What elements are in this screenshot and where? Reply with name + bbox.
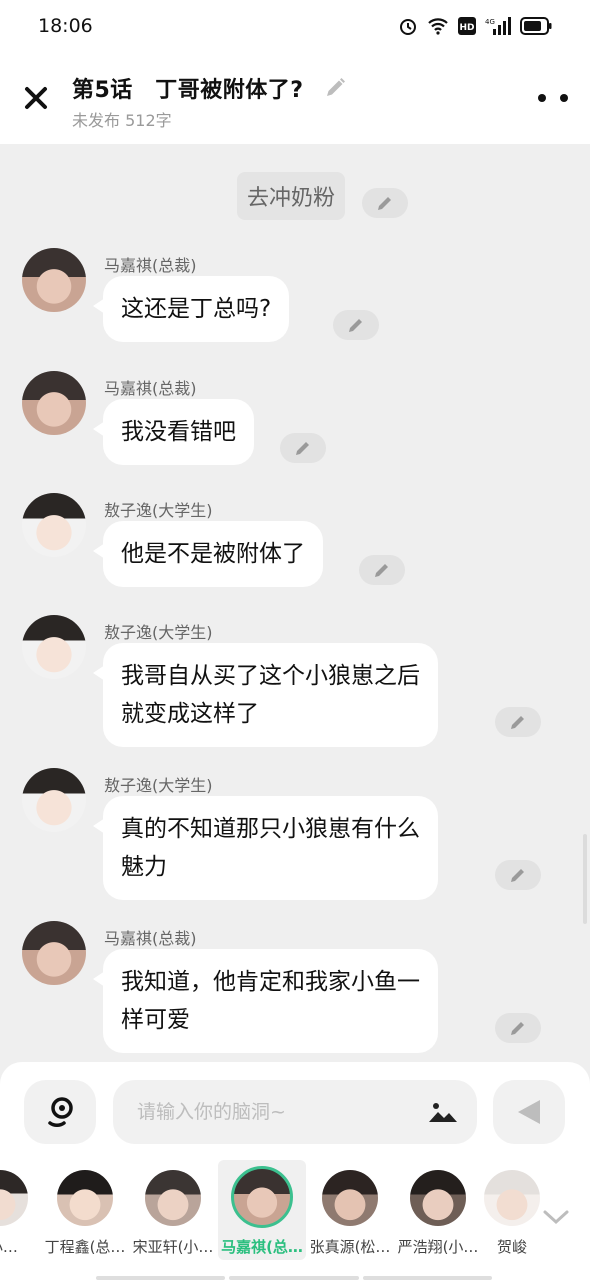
pencil-icon <box>511 869 524 882</box>
title-row: 第5话 丁哥被附体了? <box>72 72 348 104</box>
alarm-icon <box>400 19 416 35</box>
message-text-line: 样可爱 <box>121 1007 190 1033</box>
story-input[interactable] <box>113 1080 477 1144</box>
avatar[interactable] <box>22 615 86 679</box>
character-name: 严浩翔(小… <box>397 1238 479 1256</box>
edit-message-button[interactable] <box>495 707 541 737</box>
character-item[interactable]: 严浩翔(小… <box>394 1160 482 1260</box>
character-item[interactable]: 宋亚轩(小… <box>129 1160 217 1260</box>
character-item[interactable]: (小… <box>0 1160 44 1260</box>
pencil-icon <box>378 197 391 210</box>
message-text: 我没看错吧 <box>121 419 236 445</box>
voice-icon <box>48 1097 73 1127</box>
header: 第5话 丁哥被附体了? 未发布 512字 <box>0 52 590 144</box>
more-icon[interactable] <box>538 88 568 108</box>
image-icon[interactable] <box>428 1100 458 1124</box>
send-icon <box>518 1100 540 1124</box>
status-time: 18:06 <box>38 15 93 37</box>
edit-message-button[interactable] <box>359 555 405 585</box>
edit-narration-button[interactable] <box>362 188 408 218</box>
message-text-line: 魅力 <box>121 854 167 880</box>
message-text-line: 就变成这样了 <box>121 701 259 727</box>
character-avatar <box>410 1170 466 1226</box>
message-text-line: 我知道，他肯定和我家小鱼一 <box>121 969 420 995</box>
hd-icon: HD <box>458 17 476 35</box>
edit-message-button[interactable] <box>495 1013 541 1043</box>
input-panel: (小… 丁程鑫(总… 宋亚轩(小… 马嘉祺(总… 张真源(松… 严浩翔(小… 贺… <box>0 1062 590 1280</box>
message-text-line: 真的不知道那只小狼崽有什么 <box>121 816 420 842</box>
status-bar: 18:06 HD 4G <box>0 0 590 52</box>
character-avatar <box>484 1170 540 1226</box>
scrollbar[interactable] <box>583 834 587 924</box>
more-dot <box>538 94 546 102</box>
battery-icon <box>520 17 552 35</box>
sender-name: 马嘉祺(总裁) <box>104 379 197 398</box>
edit-message-button[interactable] <box>333 310 379 340</box>
message-text: 他是不是被附体了 <box>121 541 305 567</box>
avatar[interactable] <box>22 248 86 312</box>
chevron-down-icon[interactable] <box>542 1208 570 1226</box>
character-name: (小… <box>0 1238 18 1256</box>
svg-text:4G: 4G <box>485 18 495 26</box>
pencil-icon <box>375 564 388 577</box>
close-icon[interactable] <box>20 82 52 114</box>
page-indicator <box>96 1276 492 1280</box>
avatar[interactable] <box>22 493 86 557</box>
character-avatar <box>322 1170 378 1226</box>
sender-name: 敖子逸(大学生) <box>104 776 213 795</box>
status-icons: HD 4G <box>398 16 552 36</box>
pencil-icon[interactable] <box>322 75 348 101</box>
wifi-icon <box>428 18 448 35</box>
sender-name: 敖子逸(大学生) <box>104 623 213 642</box>
pencil-icon <box>511 716 524 729</box>
character-avatar <box>145 1170 201 1226</box>
character-avatar <box>231 1166 293 1228</box>
character-name: 马嘉祺(总… <box>221 1238 303 1256</box>
sender-name: 敖子逸(大学生) <box>104 501 213 520</box>
signal-icon: 4G <box>485 17 511 35</box>
message-bubble[interactable]: 他是不是被附体了 <box>93 521 323 587</box>
sender-name: 马嘉祺(总裁) <box>104 256 197 275</box>
character-avatar <box>0 1170 28 1226</box>
svg-text:HD: HD <box>459 23 474 33</box>
message-text-line: 我哥自从买了这个小狼崽之后 <box>121 663 420 689</box>
voice-button[interactable] <box>24 1080 96 1144</box>
chapter-subtitle: 未发布 512字 <box>72 111 172 130</box>
character-name: 宋亚轩(小… <box>132 1238 214 1256</box>
avatar[interactable] <box>22 371 86 435</box>
message-bubble[interactable]: 我没看错吧 <box>93 399 254 465</box>
pencil-icon <box>511 1022 524 1035</box>
character-name: 张真源(松… <box>309 1238 391 1256</box>
character-item-selected[interactable]: 马嘉祺(总… <box>218 1160 306 1260</box>
avatar[interactable] <box>22 921 86 985</box>
narration-bubble[interactable]: 去冲奶粉 <box>237 172 346 220</box>
send-button[interactable] <box>493 1080 565 1144</box>
page-indicator-segment <box>96 1276 226 1280</box>
character-avatar <box>57 1170 113 1226</box>
message-bubble[interactable]: 我哥自从买了这个小狼崽之后 就变成这样了 <box>93 643 438 747</box>
edit-message-button[interactable] <box>280 433 326 463</box>
character-name: 贺峻 <box>496 1238 527 1256</box>
character-item[interactable]: 丁程鑫(总… <box>41 1160 129 1260</box>
chapter-title: 第5话 丁哥被附体了? <box>72 78 304 103</box>
message-bubble[interactable]: 我知道，他肯定和我家小鱼一 样可爱 <box>93 949 438 1053</box>
message-bubble[interactable]: 这还是丁总吗? <box>92 276 290 342</box>
pencil-icon <box>349 319 362 332</box>
character-item[interactable]: 贺峻 <box>482 1160 542 1260</box>
chat-area[interactable]: 去冲奶粉 马嘉祺(总裁) 这还是丁总吗? 马嘉祺(总裁) 我没看错吧 敖子逸(大… <box>0 144 590 1064</box>
message-text: 这还是丁总吗? <box>121 296 272 322</box>
character-strip[interactable]: (小… 丁程鑫(总… 宋亚轩(小… 马嘉祺(总… 张真源(松… 严浩翔(小… 贺… <box>0 1160 590 1272</box>
sender-name: 马嘉祺(总裁) <box>104 929 197 948</box>
pencil-icon <box>296 442 309 455</box>
character-name: 丁程鑫(总… <box>44 1238 126 1256</box>
page-indicator-segment <box>362 1276 492 1280</box>
page-indicator-segment <box>229 1276 359 1280</box>
character-item[interactable]: 张真源(松… <box>306 1160 394 1260</box>
message-bubble[interactable]: 真的不知道那只小狼崽有什么 魅力 <box>93 796 438 900</box>
more-dot <box>560 94 568 102</box>
avatar[interactable] <box>22 768 86 832</box>
edit-message-button[interactable] <box>495 860 541 890</box>
